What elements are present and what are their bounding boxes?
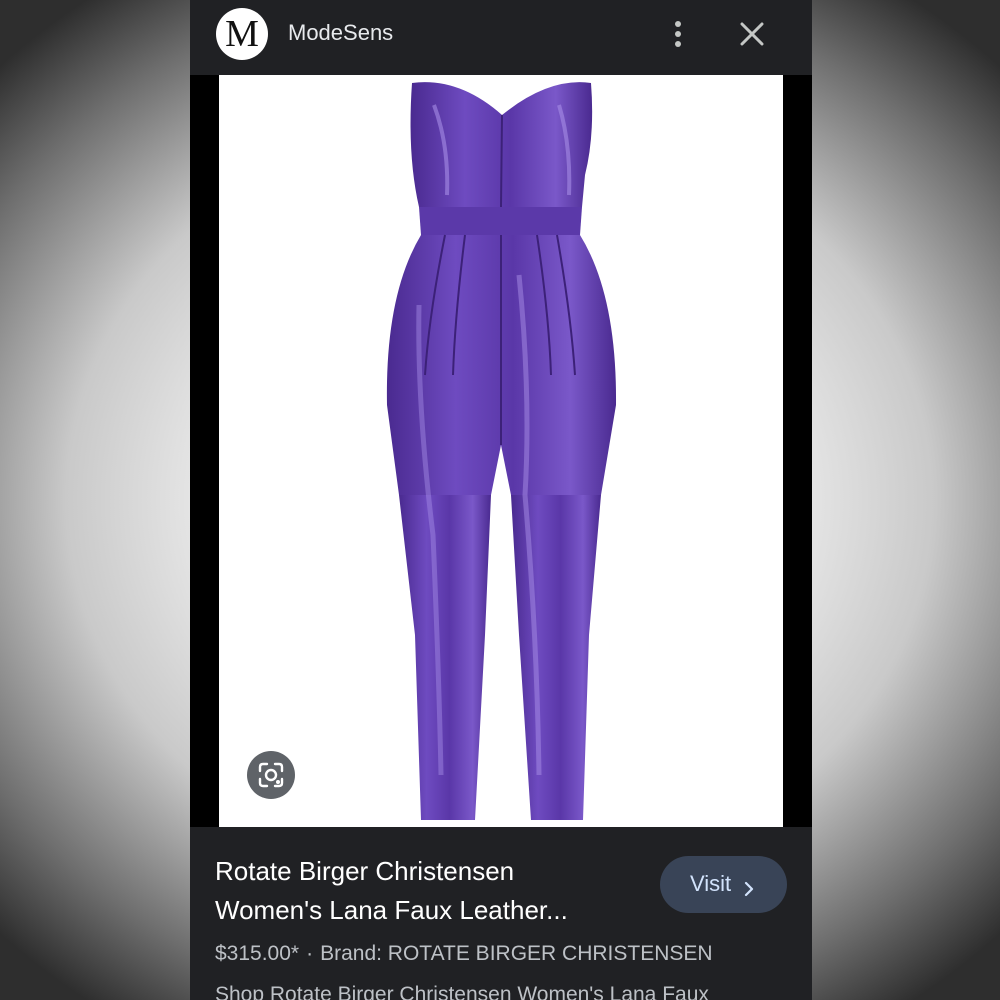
product-meta: $315.00* · Brand: ROTATE BIRGER CHRISTENSE… bbox=[215, 942, 713, 966]
jumpsuit-illustration bbox=[386, 82, 617, 820]
viewer-header: M ModeSens bbox=[190, 0, 812, 75]
product-title[interactable]: Rotate Birger Christensen Women's Lana F… bbox=[215, 852, 635, 930]
brand: Brand: ROTATE BIRGER CHRISTENSEN bbox=[320, 942, 713, 965]
price: $315.00* bbox=[215, 942, 300, 965]
site-name[interactable]: ModeSens bbox=[288, 20, 393, 46]
meta-separator: · bbox=[306, 942, 314, 965]
chevron-right-icon bbox=[744, 877, 754, 903]
product-snippet: Shop Rotate Birger Christensen Women's L… bbox=[215, 983, 709, 1000]
more-vert-icon[interactable] bbox=[668, 18, 688, 50]
visit-label: Visit bbox=[690, 871, 732, 896]
image-viewer-panel: M ModeSens Rotate Birger Christensen Wom… bbox=[190, 0, 812, 1000]
image-frame bbox=[190, 75, 812, 827]
site-logo[interactable]: M bbox=[216, 8, 268, 60]
visit-button[interactable]: Visit bbox=[660, 856, 787, 913]
close-icon[interactable] bbox=[738, 20, 766, 48]
visual-search-icon[interactable] bbox=[247, 751, 295, 799]
product-image[interactable] bbox=[219, 75, 783, 827]
